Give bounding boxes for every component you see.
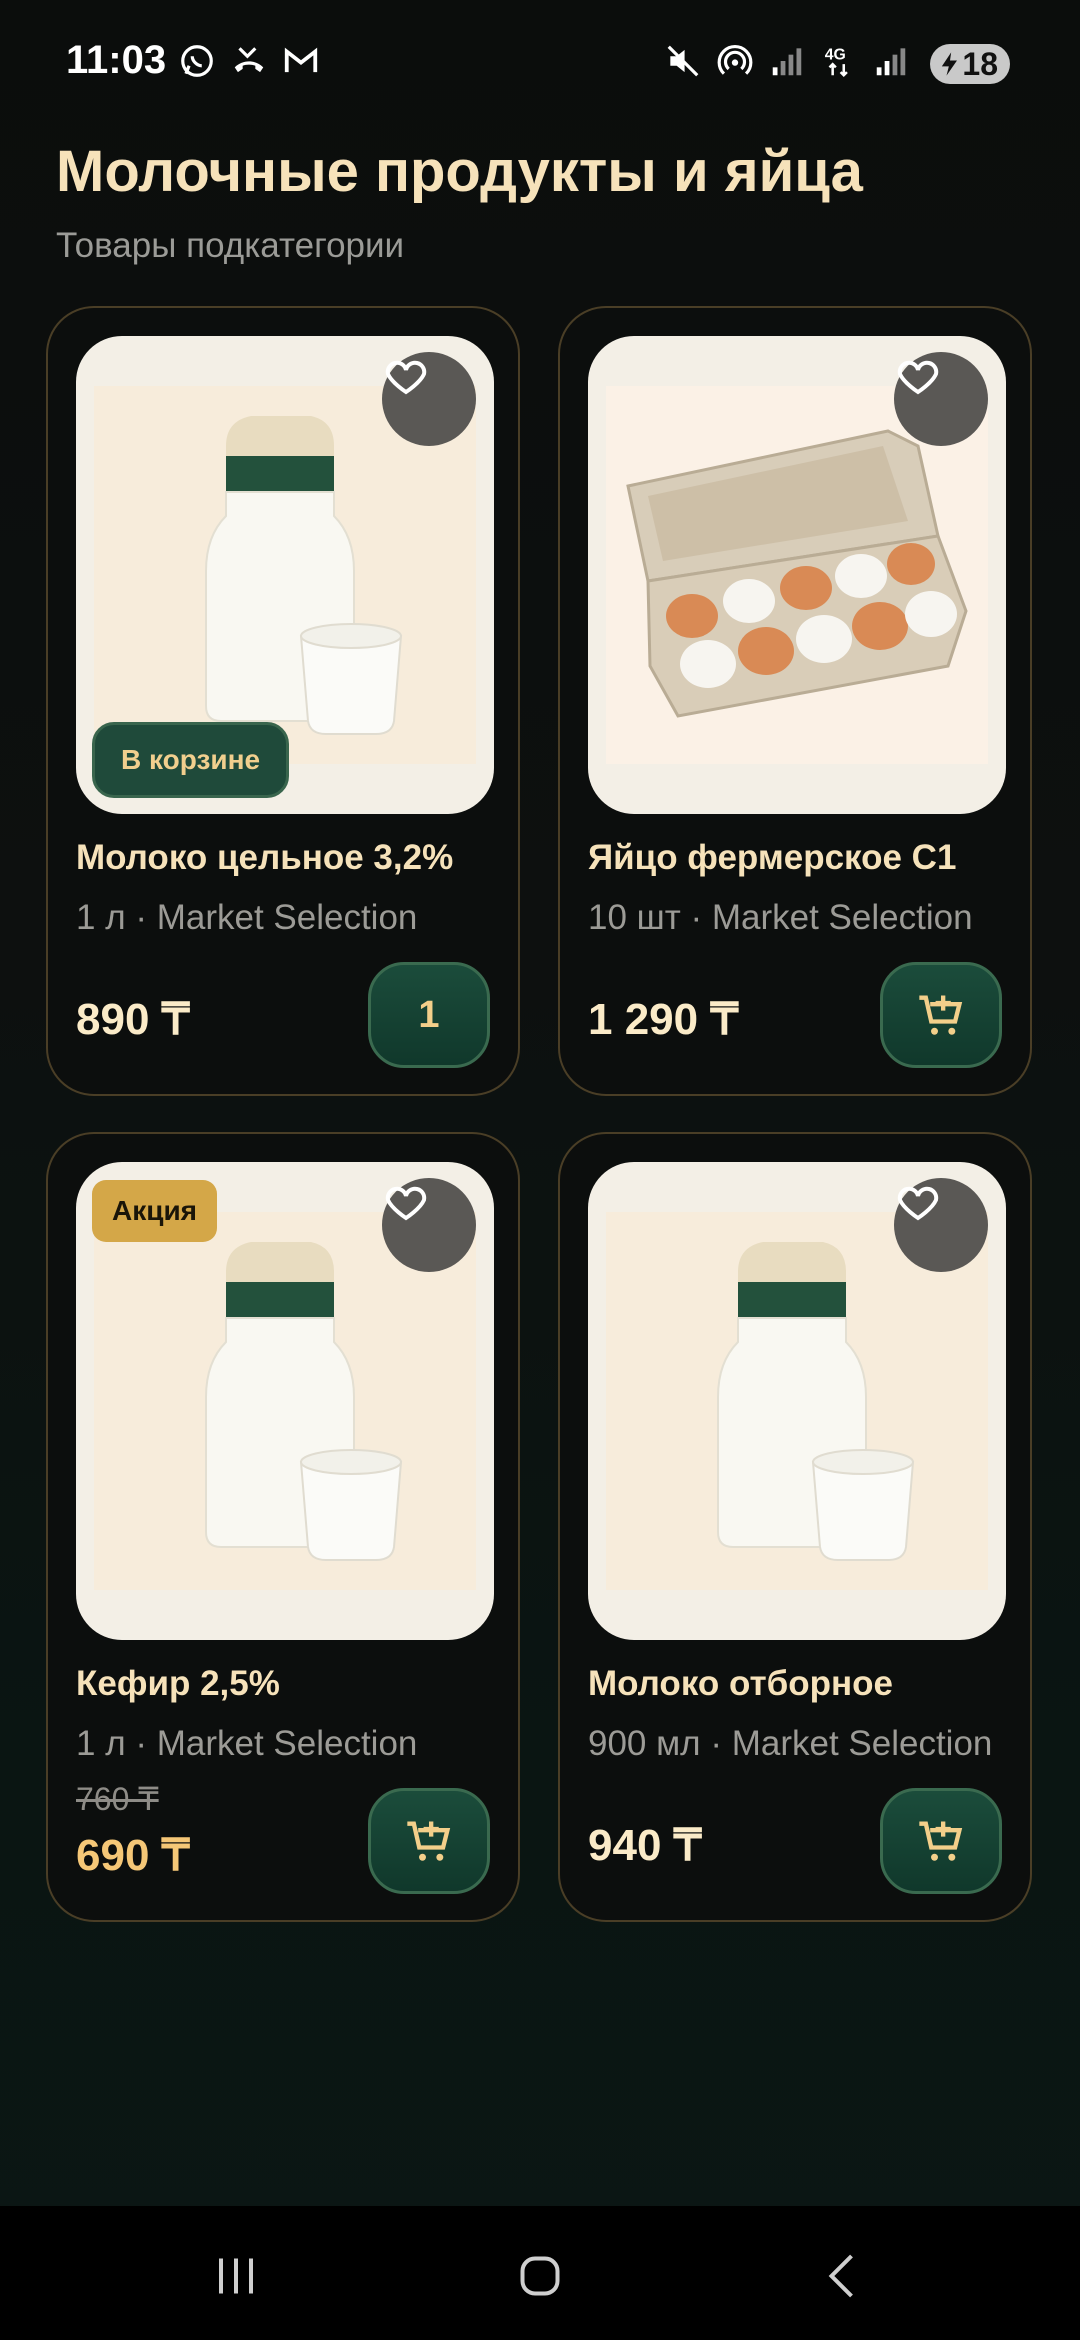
heart-icon — [897, 360, 939, 395]
product-meta: 10 шт · Market Selection — [588, 898, 973, 937]
system-icons: 4G — [664, 42, 910, 80]
back-icon — [828, 2254, 853, 2298]
home-icon — [520, 2256, 560, 2296]
heart-icon — [897, 1186, 939, 1221]
missed-call-icon — [230, 42, 268, 80]
product-image[interactable] — [588, 1162, 1006, 1640]
product-meta: 900 мл · Market Selection — [588, 1724, 993, 1763]
system-nav-bar — [0, 2206, 1080, 2340]
favorite-button[interactable] — [382, 1178, 476, 1272]
notification-icons — [178, 42, 320, 80]
product-image[interactable]: Акция — [76, 1162, 494, 1640]
product-name[interactable]: Молоко цельное 3,2% — [76, 838, 453, 878]
recents-icon — [219, 2258, 253, 2294]
add-to-cart-button[interactable] — [880, 1788, 1002, 1894]
mute-icon — [664, 42, 702, 80]
svg-text:4G: 4G — [825, 46, 846, 63]
product-price: 940 ₸ — [588, 1821, 702, 1870]
add-to-cart-button[interactable] — [880, 962, 1002, 1068]
charging-icon — [941, 52, 957, 76]
product-card[interactable]: Акция Кефир 2,5% 1 л · Market Selection … — [46, 1132, 520, 1922]
back-button[interactable] — [804, 2236, 884, 2316]
signal-icon — [768, 42, 806, 80]
heart-icon — [385, 360, 427, 395]
product-card[interactable]: В корзине Молоко цельное 3,2% 1 л · Mark… — [46, 306, 520, 1096]
battery-level: 18 — [962, 45, 998, 82]
product-card[interactable]: Яйцо фермерское С1 10 шт · Market Select… — [558, 306, 1032, 1096]
sale-badge: Акция — [92, 1180, 217, 1242]
cart-quantity-button[interactable]: 1 — [368, 962, 490, 1068]
whatsapp-icon — [178, 42, 216, 80]
product-price: 890 ₸ — [76, 995, 190, 1044]
4g-icon: 4G — [820, 42, 858, 80]
battery-indicator: 18 — [930, 44, 1010, 84]
product-meta: 1 л · Market Selection — [76, 898, 418, 937]
favorite-button[interactable] — [894, 352, 988, 446]
product-price: 1 290 ₸ — [588, 995, 739, 1044]
recents-button[interactable] — [196, 2236, 276, 2316]
add-to-cart-button[interactable] — [368, 1788, 490, 1894]
add-to-cart-icon — [919, 995, 963, 1035]
product-card[interactable]: Молоко отборное 900 мл · Market Selectio… — [558, 1132, 1032, 1922]
favorite-button[interactable] — [382, 352, 476, 446]
product-sale-price: 690 ₸ — [76, 1831, 190, 1880]
page-title: Молочные продукты и яйца — [56, 139, 863, 204]
add-to-cart-icon — [919, 1821, 963, 1861]
favorite-button[interactable] — [894, 1178, 988, 1272]
hotspot-icon — [716, 42, 754, 80]
home-button[interactable] — [500, 2236, 580, 2316]
product-name[interactable]: Молоко отборное — [588, 1664, 893, 1704]
page-subtitle: Товары подкатегории — [56, 226, 405, 265]
add-to-cart-icon — [407, 1821, 451, 1861]
in-cart-badge: В корзине — [92, 722, 290, 798]
product-name[interactable]: Кефир 2,5% — [76, 1664, 280, 1704]
product-image[interactable] — [588, 336, 1006, 814]
gmail-icon — [282, 42, 320, 80]
product-image[interactable]: В корзине — [76, 336, 494, 814]
product-meta: 1 л · Market Selection — [76, 1724, 418, 1763]
product-old-price: 760 ₸ — [76, 1781, 159, 1817]
heart-icon — [385, 1186, 427, 1221]
product-name[interactable]: Яйцо фермерское С1 — [588, 838, 956, 878]
status-time: 11:03 — [66, 38, 167, 82]
signal-icon — [872, 42, 910, 80]
status-bar: 11:03 4G 18 — [0, 0, 1080, 120]
